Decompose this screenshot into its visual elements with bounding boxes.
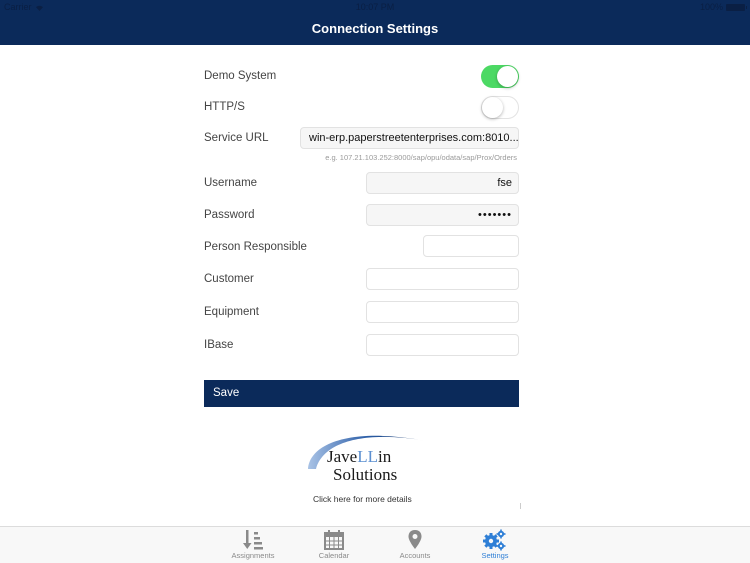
toggle-knob [497,66,518,87]
tab-label: Assignments [231,551,275,560]
status-time: 10:07 PM [355,2,395,12]
save-button[interactable]: Save [204,380,519,407]
customer-input[interactable] [366,268,519,290]
tab-accounts[interactable]: Accounts [380,529,450,563]
username-input[interactable]: fse [366,172,519,194]
calendar-icon [324,530,344,550]
navigation-bar: Carrier 10:07 PM 100% Connection Setting… [0,0,750,45]
tab-settings[interactable]: Settings [460,529,530,563]
tab-assignments[interactable]: Assignments [218,529,288,563]
password-label: Password [204,209,255,221]
username-row: Username fse [204,172,519,194]
battery-percent: 100% [699,2,723,12]
tab-bar: Assignments Calendar Accounts Settings [0,526,750,563]
customer-row: Customer [204,268,519,290]
password-input[interactable]: ••••••• [366,204,519,226]
status-bar: Carrier 10:07 PM 100% [0,0,750,15]
demo-system-toggle[interactable] [481,65,519,88]
service-url-row: Service URL win-erp.paperstreetenterpris… [204,127,519,165]
map-pin-icon [408,530,422,549]
ibase-row: IBase [204,334,519,356]
tab-label: Accounts [399,551,431,560]
https-label: HTTP/S [204,101,245,113]
page-title: Connection Settings [311,21,439,36]
service-url-input[interactable]: win-erp.paperstreetenterprises.com:8010.… [300,127,519,149]
gears-icon [483,529,506,551]
customer-label: Customer [204,273,254,285]
equipment-label: Equipment [204,306,259,318]
divider [520,503,521,509]
company-logo[interactable]: JaveLLin Solutions [302,425,432,490]
person-responsible-label: Person Responsible [204,241,307,253]
service-url-label: Service URL [204,132,269,144]
more-details-link[interactable]: Click here for more details [313,494,412,504]
battery-icon [726,3,747,11]
tab-calendar[interactable]: Calendar [299,529,369,563]
logo-text-line2: Solutions [333,465,398,484]
username-label: Username [204,177,258,189]
toggle-knob [482,97,503,118]
ibase-input[interactable] [366,334,519,356]
battery-indicator: 100% [699,2,747,12]
tab-label: Calendar [318,551,350,560]
person-responsible-row: Person Responsible [204,235,519,257]
https-row: HTTP/S [204,96,519,120]
service-url-hint: e.g. 107.21.103.252:8000/sap/opu/odata/s… [325,153,517,162]
demo-system-row: Demo System [204,65,519,89]
tab-label: Settings [481,551,509,560]
https-toggle[interactable] [481,96,519,119]
equipment-row: Equipment [204,301,519,323]
password-row: Password ••••••• [204,204,519,226]
assignments-sort-icon [243,530,263,550]
ibase-label: IBase [204,339,234,351]
equipment-input[interactable] [366,301,519,323]
demo-system-label: Demo System [204,70,277,82]
logo-text-line1: JaveLLin [327,447,392,466]
person-responsible-input[interactable] [423,235,519,257]
